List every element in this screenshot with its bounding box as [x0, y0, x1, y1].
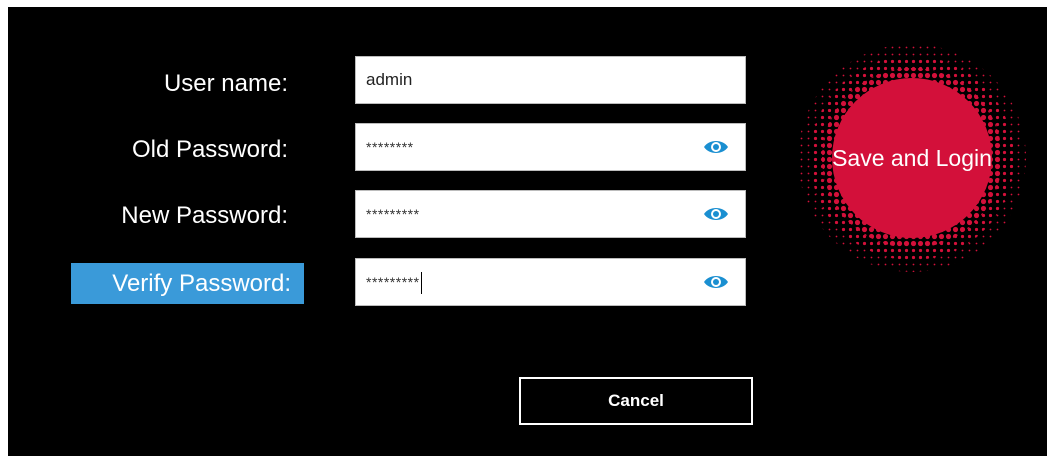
old-password-value: ********	[366, 139, 414, 155]
eye-icon[interactable]	[703, 273, 729, 291]
verify-password-value: *********	[366, 274, 420, 290]
new-password-field[interactable]: *********	[355, 190, 746, 238]
verify-password-field[interactable]: *********	[355, 258, 746, 306]
cancel-button[interactable]: Cancel	[519, 377, 753, 425]
text-caret	[420, 272, 422, 295]
old-password-field[interactable]: ********	[355, 123, 746, 171]
username-value: admin	[366, 70, 413, 89]
new-password-label: New Password:	[121, 202, 288, 229]
verify-password-value-wrap: *********	[366, 259, 422, 305]
username-label: User name:	[163, 70, 288, 97]
save-and-login-label: Save and Login	[832, 144, 992, 171]
new-password-value: *********	[366, 206, 420, 222]
eye-icon[interactable]	[703, 138, 729, 156]
change-password-dialog: User name: admin Old Password: ******** …	[8, 7, 1047, 456]
eye-icon[interactable]	[703, 205, 729, 223]
save-and-login-button[interactable]: Save and Login	[798, 44, 1026, 272]
old-password-label: Old Password:	[131, 136, 288, 163]
verify-password-label: Verify Password:	[71, 263, 304, 304]
username-field[interactable]: admin	[355, 56, 746, 104]
